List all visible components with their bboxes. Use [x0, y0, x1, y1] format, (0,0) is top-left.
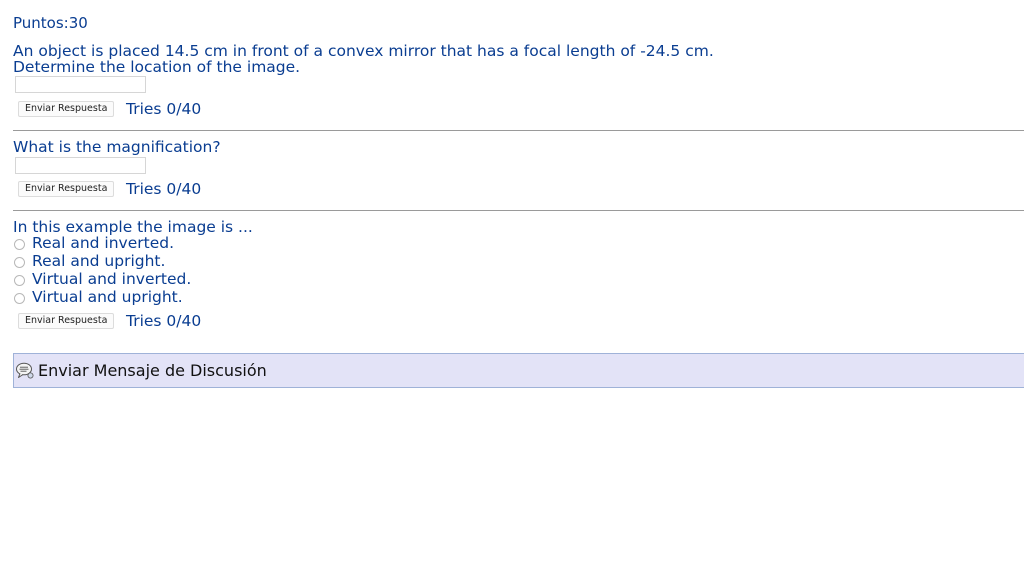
points-label: Puntos:30 — [13, 14, 88, 32]
question-3-submit-button[interactable]: Enviar Respuesta — [18, 313, 115, 329]
discussion-label: Enviar Mensaje de Discusión — [38, 361, 267, 380]
divider — [13, 130, 1024, 131]
option-virtual-upright[interactable]: Virtual and upright. — [14, 288, 183, 306]
question-1-submit-button[interactable]: Enviar Respuesta — [18, 101, 115, 117]
problem-page: Puntos:30 An object is placed 14.5 cm in… — [0, 0, 1024, 580]
option-real-upright[interactable]: Real and upright. — [14, 252, 165, 270]
question-1-line-2: Determine the location of the image. — [13, 58, 301, 76]
send-discussion-message-button[interactable]: Enviar Mensaje de Discusión — [13, 353, 1024, 388]
option-label: Real and upright. — [32, 252, 166, 270]
radio-button[interactable] — [14, 257, 25, 268]
question-1-answer-input[interactable] — [15, 76, 146, 93]
question-2-submit-button[interactable]: Enviar Respuesta — [18, 181, 115, 197]
radio-button[interactable] — [14, 275, 25, 286]
question-3-text: In this example the image is ... — [13, 218, 253, 236]
divider — [13, 210, 1024, 211]
option-label: Real and inverted. — [32, 234, 175, 252]
radio-button[interactable] — [14, 239, 25, 250]
option-label: Virtual and inverted. — [32, 270, 192, 288]
radio-button[interactable] — [14, 293, 25, 304]
question-2-text: What is the magnification? — [13, 138, 221, 156]
speech-bubble-icon — [16, 362, 34, 378]
option-virtual-inverted[interactable]: Virtual and inverted. — [14, 270, 191, 288]
option-real-inverted[interactable]: Real and inverted. — [14, 234, 174, 252]
question-2-tries: Tries 0/40 — [126, 180, 202, 198]
question-1-text: An object is placed 14.5 cm in front of … — [13, 43, 714, 75]
question-1-line-1: An object is placed 14.5 cm in front of … — [13, 42, 714, 60]
option-label: Virtual and upright. — [32, 288, 183, 306]
question-3-tries: Tries 0/40 — [126, 312, 202, 330]
question-1-tries: Tries 0/40 — [126, 100, 202, 118]
question-2-answer-input[interactable] — [15, 157, 146, 174]
